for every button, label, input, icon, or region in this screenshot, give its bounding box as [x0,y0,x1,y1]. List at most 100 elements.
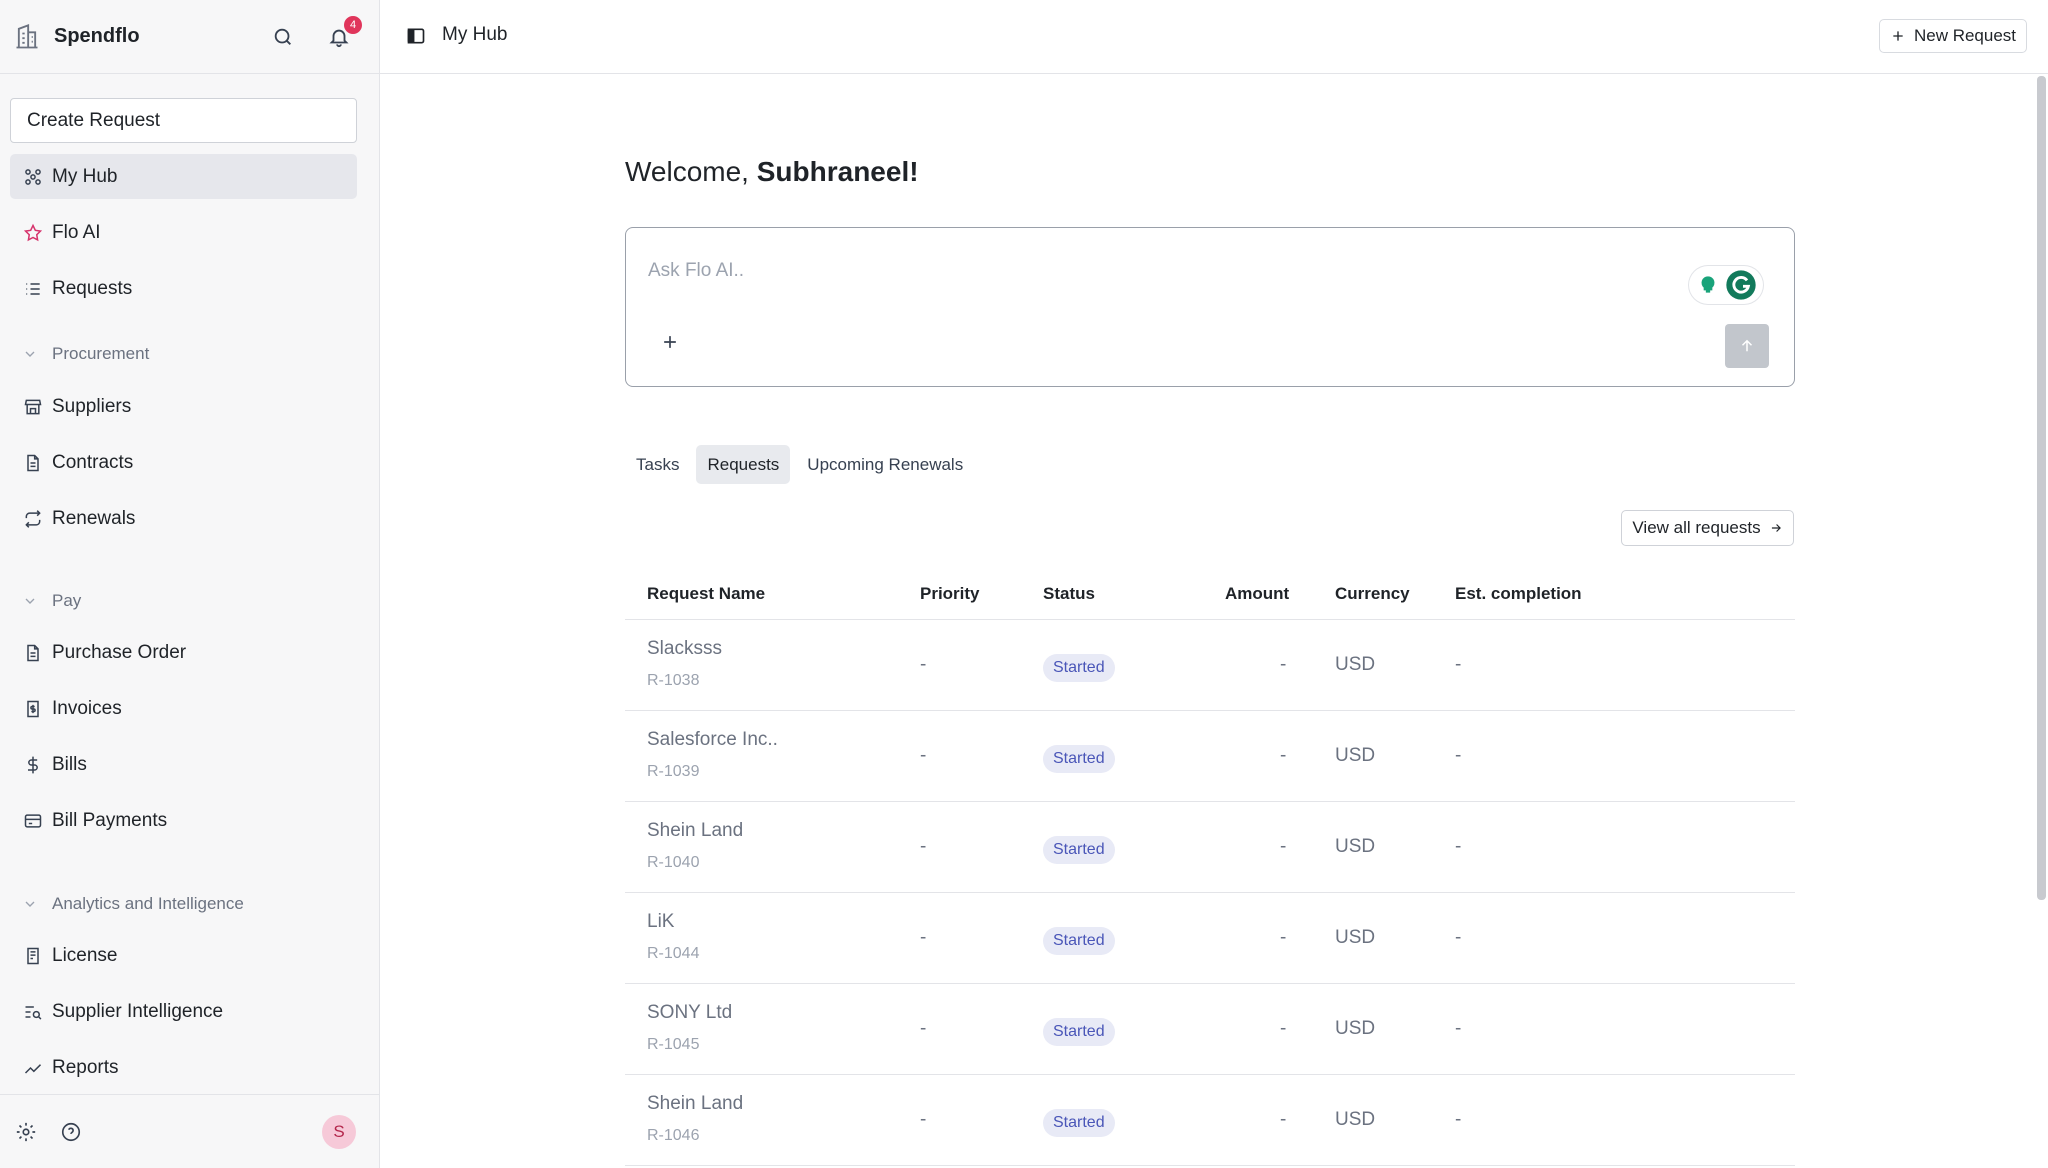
table-row[interactable]: LiK R-1044 - Started - USD - [625,893,1795,984]
request-name[interactable]: SONY Ltd [647,1002,732,1024]
sidebar-item-license[interactable]: License [10,933,357,978]
sidebar-item-label: Supplier Intelligence [52,1000,224,1022]
request-name[interactable]: Shein Land [647,1093,743,1115]
notification-badge: 4 [342,14,364,36]
sidebar-item-label: Purchase Order [52,641,187,663]
column-header-currency[interactable]: Currency [1335,584,1410,604]
ask-flo-ai-box[interactable]: Ask Flo AI.. [625,227,1795,387]
priority-value: - [920,836,927,857]
status-badge: Started [1043,654,1115,682]
sidebar: Spendflo 4 Create Request My Hub Flo AI … [0,0,380,1168]
settings-gear-icon[interactable] [13,1119,39,1145]
table-row[interactable]: Salesforce Inc.. R-1039 - Started - USD … [625,711,1795,802]
column-header-est-completion[interactable]: Est. completion [1455,584,1582,604]
help-icon[interactable] [58,1119,84,1145]
sidebar-item-contracts[interactable]: Contracts [10,440,357,485]
dollar-icon [22,754,44,776]
amount-value: - [1280,745,1287,766]
credit-card-icon [22,810,44,832]
table-row[interactable]: SONY Ltd R-1045 - Started - USD - [625,984,1795,1075]
priority-value: - [920,745,927,766]
new-request-button[interactable]: New Request [1879,19,2027,53]
completion-value: - [1455,1109,1462,1130]
completion-value: - [1455,927,1462,948]
sidebar-item-reports[interactable]: Reports [10,1045,357,1090]
table-row[interactable]: Shein Land R-1040 - Started - USD - [625,802,1795,893]
arrow-up-icon [1741,339,1753,352]
tab-requests[interactable]: Requests [696,445,791,484]
breadcrumb: My Hub [442,24,508,45]
tab-tasks[interactable]: Tasks [625,445,690,484]
chevron-down-icon [22,593,38,609]
lightbulb-icon [1696,273,1720,297]
chevron-down-icon [22,896,38,912]
table-row[interactable]: Shein Land R-1046 - Started - USD - [625,1075,1795,1166]
column-header-status[interactable]: Status [1043,584,1095,604]
table-header: Request Name Priority Status Amount Curr… [625,570,1795,620]
sidebar-item-label: Renewals [52,507,136,529]
column-header-request-name[interactable]: Request Name [647,584,765,604]
sidebar-item-supplier-intelligence[interactable]: Supplier Intelligence [10,989,357,1034]
sidebar-item-label: Bills [52,753,87,775]
sidebar-item-suppliers[interactable]: Suppliers [10,384,357,429]
request-name[interactable]: Salesforce Inc.. [647,729,778,751]
sidebar-item-invoices[interactable]: Invoices [10,686,357,731]
document-icon [22,452,44,474]
building-logo-icon [12,22,42,52]
sidebar-item-requests[interactable]: Requests [10,266,357,311]
user-avatar[interactable]: S [322,1115,356,1149]
notifications-button[interactable]: 4 [324,14,364,52]
section-header-pay[interactable]: Pay [22,591,81,611]
column-header-priority[interactable]: Priority [920,584,980,604]
hub-tabs: Tasks Requests Upcoming Renewals [625,445,980,484]
sidebar-item-renewals[interactable]: Renewals [10,496,357,541]
currency-value: USD [1335,654,1376,675]
extension-icons[interactable] [1689,266,1763,304]
sidebar-item-label: Requests [52,277,133,299]
search-icon[interactable] [268,22,298,52]
sidebar-toggle-icon[interactable] [402,22,430,50]
request-name[interactable]: Shein Land [647,820,743,842]
send-button[interactable] [1725,324,1769,368]
page-scrollbar[interactable] [2037,76,2046,900]
table-row[interactable]: Slacksss R-1038 - Started - USD - [625,620,1795,711]
welcome-prefix: Welcome, [625,156,757,187]
hub-icon [22,166,44,188]
completion-value: - [1455,745,1462,766]
request-name[interactable]: Slacksss [647,638,722,660]
tab-upcoming-renewals[interactable]: Upcoming Renewals [796,445,974,484]
amount-value: - [1280,654,1287,675]
column-header-amount[interactable]: Amount [1225,584,1289,604]
sidebar-item-flo-ai[interactable]: Flo AI [10,210,357,255]
list-icon [22,278,44,300]
sidebar-item-my-hub[interactable]: My Hub [10,154,357,199]
status-badge: Started [1043,1018,1115,1046]
sidebar-item-label: Bill Payments [52,809,168,831]
section-header-analytics[interactable]: Analytics and Intelligence [22,894,244,914]
completion-value: - [1455,836,1462,857]
create-request-button[interactable]: Create Request [10,98,357,143]
priority-value: - [920,1109,927,1130]
view-all-requests-button[interactable]: View all requests [1621,510,1794,546]
request-id: R-1039 [647,763,700,780]
section-header-procurement[interactable]: Procurement [22,344,149,364]
request-name[interactable]: LiK [647,911,674,933]
grammarly-icon [1726,270,1756,300]
sidebar-item-bills[interactable]: Bills [10,742,357,787]
currency-value: USD [1335,927,1376,948]
amount-value: - [1280,927,1287,948]
ask-input-placeholder[interactable]: Ask Flo AI.. [648,260,744,282]
status-badge: Started [1043,1109,1115,1137]
priority-value: - [920,1018,927,1039]
sidebar-item-bill-payments[interactable]: Bill Payments [10,798,357,843]
repeat-icon [22,508,44,530]
sidebar-item-label: Flo AI [52,221,101,243]
new-request-label: New Request [1913,26,2017,45]
section-title: Analytics and Intelligence [52,894,244,913]
requests-table: Request Name Priority Status Amount Curr… [625,570,1795,1166]
completion-value: - [1455,1018,1462,1039]
currency-value: USD [1335,745,1376,766]
sidebar-item-purchase-order[interactable]: Purchase Order [10,630,357,675]
amount-value: - [1280,1109,1287,1130]
attach-plus-icon[interactable] [656,328,684,356]
